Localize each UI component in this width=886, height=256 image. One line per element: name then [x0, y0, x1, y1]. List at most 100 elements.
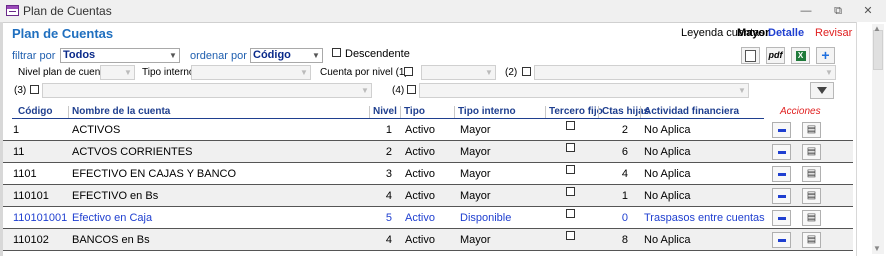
nivel4-select[interactable]: ▼	[419, 83, 749, 98]
pdf-button[interactable]: pdf	[766, 47, 785, 64]
edit-icon[interactable]: ▤	[802, 166, 821, 182]
nivel3-checkbox[interactable]	[30, 85, 39, 94]
scroll-down-icon[interactable]: ▼	[873, 244, 881, 253]
cell-nombre: BANCOS en Bs	[72, 234, 150, 246]
cell-nivel: 4	[385, 234, 392, 246]
cell-tipo: Activo	[405, 146, 435, 158]
table-row[interactable]: 11 ACTVOS CORRIENTES 2 Activo Mayor 6 No…	[3, 141, 853, 163]
chevron-down-icon: ▼	[361, 86, 369, 95]
minimize-button[interactable]: —	[798, 4, 814, 18]
scrollbar-thumb[interactable]	[873, 30, 883, 70]
ordenar-select[interactable]: Código ▼	[250, 48, 323, 63]
cell-ctas-hijas: 8	[621, 234, 628, 246]
col-tercero[interactable]: Tercero fijo	[549, 106, 603, 117]
apply-filter-button[interactable]	[810, 82, 834, 99]
cell-ctas-hijas: 0	[621, 212, 628, 224]
cell-actividad: Traspasos entre cuentas	[644, 212, 765, 224]
cell-tipo: Activo	[405, 124, 435, 136]
nivel2-select[interactable]: ▼	[534, 65, 836, 80]
table-row[interactable]: 1101 EFECTIVO EN CAJAS Y BANCO 3 Activo …	[3, 163, 853, 185]
cell-ctas-hijas: 2	[621, 124, 628, 136]
filter-icon	[817, 87, 827, 94]
print-preview-button[interactable]	[741, 47, 760, 64]
table-row[interactable]: 1 ACTIVOS 1 Activo Mayor 2 No Aplica ▤	[3, 119, 853, 141]
cell-ctas-hijas: 4	[621, 168, 628, 180]
chevron-down-icon: ▼	[312, 51, 320, 60]
cell-tipo-interno: Mayor	[460, 146, 491, 158]
tipo-interno-select[interactable]: ▼	[191, 65, 311, 80]
col-codigo[interactable]: Código	[18, 106, 52, 117]
table-row[interactable]: 110101001 Efectivo en Caja 5 Activo Disp…	[3, 207, 853, 229]
nivel1-select[interactable]: ▼	[421, 65, 496, 80]
nivel2-checkbox[interactable]	[522, 67, 531, 76]
cell-nivel: 4	[385, 190, 392, 202]
col-acciones: Acciones	[780, 106, 821, 117]
tercero-checkbox[interactable]	[566, 121, 575, 130]
remove-button[interactable]	[772, 188, 791, 204]
edit-icon[interactable]: ▤	[802, 210, 821, 226]
cell-tipo-interno: Mayor	[460, 124, 491, 136]
descendente-checkbox[interactable]	[332, 48, 341, 57]
edit-icon[interactable]: ▤	[802, 122, 821, 138]
form-icon	[6, 5, 19, 16]
col-actividad[interactable]: Actividad financiera	[644, 106, 739, 117]
edit-icon[interactable]: ▤	[802, 144, 821, 160]
cell-nombre: EFECTIVO en Bs	[72, 190, 159, 202]
nivel3-select[interactable]: ▼	[42, 83, 372, 98]
col-tipo[interactable]: Tipo	[404, 106, 425, 117]
window-titlebar	[0, 0, 886, 23]
col-separator	[598, 106, 599, 118]
table-row[interactable]: 110101 EFECTIVO en Bs 4 Activo Mayor 1 N…	[3, 185, 853, 207]
add-button[interactable]: +	[816, 47, 835, 64]
edit-icon[interactable]: ▤	[802, 188, 821, 204]
cuenta-nivel-label: Cuenta por nivel (1)	[320, 67, 408, 78]
close-button[interactable]: ✕	[860, 4, 876, 18]
table-row[interactable]: 110102 BANCOS en Bs 4 Activo Mayor 8 No …	[3, 229, 853, 251]
tercero-checkbox[interactable]	[566, 165, 575, 174]
chevron-down-icon: ▼	[124, 68, 132, 77]
tercero-checkbox[interactable]	[566, 143, 575, 152]
cell-tipo-interno: Mayor	[460, 234, 491, 246]
nivel-select[interactable]: ▼	[100, 65, 135, 80]
scroll-up-icon[interactable]: ▲	[873, 24, 881, 33]
remove-button[interactable]	[772, 144, 791, 160]
remove-button[interactable]	[772, 232, 791, 248]
page-title: Plan de Cuentas	[12, 26, 114, 41]
restore-button[interactable]: ⧉	[830, 4, 846, 18]
tercero-checkbox[interactable]	[566, 187, 575, 196]
cell-tipo-interno: Mayor	[460, 190, 491, 202]
chevron-down-icon: ▼	[300, 68, 308, 77]
col-separator	[369, 106, 370, 118]
cell-nombre: ACTVOS CORRIENTES	[72, 146, 193, 158]
remove-button[interactable]	[772, 122, 791, 138]
remove-button[interactable]	[772, 166, 791, 182]
ordenar-value: Código	[253, 49, 291, 61]
cell-nivel: 5	[385, 212, 392, 224]
edit-icon[interactable]: ▤	[802, 232, 821, 248]
col-nombre[interactable]: Nombre de la cuenta	[72, 106, 170, 117]
nivel4-checkbox[interactable]	[407, 85, 416, 94]
filtrar-select[interactable]: Todos ▼	[60, 48, 180, 63]
cell-codigo: 1	[13, 124, 20, 136]
excel-icon: X	[795, 51, 806, 61]
filtrar-label: filtrar por	[12, 50, 56, 62]
cell-actividad: No Aplica	[644, 168, 691, 180]
cell-tipo-interno: Disponible	[460, 212, 512, 224]
tercero-checkbox[interactable]	[566, 209, 575, 218]
nivel1-checkbox[interactable]	[404, 67, 413, 76]
tercero-checkbox[interactable]	[566, 231, 575, 240]
col-nivel[interactable]: Nivel	[373, 106, 397, 117]
chevron-down-icon: ▼	[738, 86, 746, 95]
cell-tipo: Activo	[405, 212, 435, 224]
legend-revisar: Revisar	[815, 27, 853, 39]
cell-ctas-hijas: 1	[621, 190, 628, 202]
ordenar-label: ordenar por	[190, 50, 247, 62]
col-tipo-interno[interactable]: Tipo interno	[458, 106, 516, 117]
legend-detalle: Detalle	[768, 27, 805, 39]
excel-button[interactable]: X	[791, 47, 810, 64]
remove-button[interactable]	[772, 210, 791, 226]
col-ctas-hijas[interactable]: Ctas hijas	[602, 106, 649, 117]
cell-nombre: EFECTIVO EN CAJAS Y BANCO	[72, 168, 237, 180]
cell-codigo: 110101	[13, 190, 49, 202]
cell-codigo: 110102	[13, 234, 49, 246]
